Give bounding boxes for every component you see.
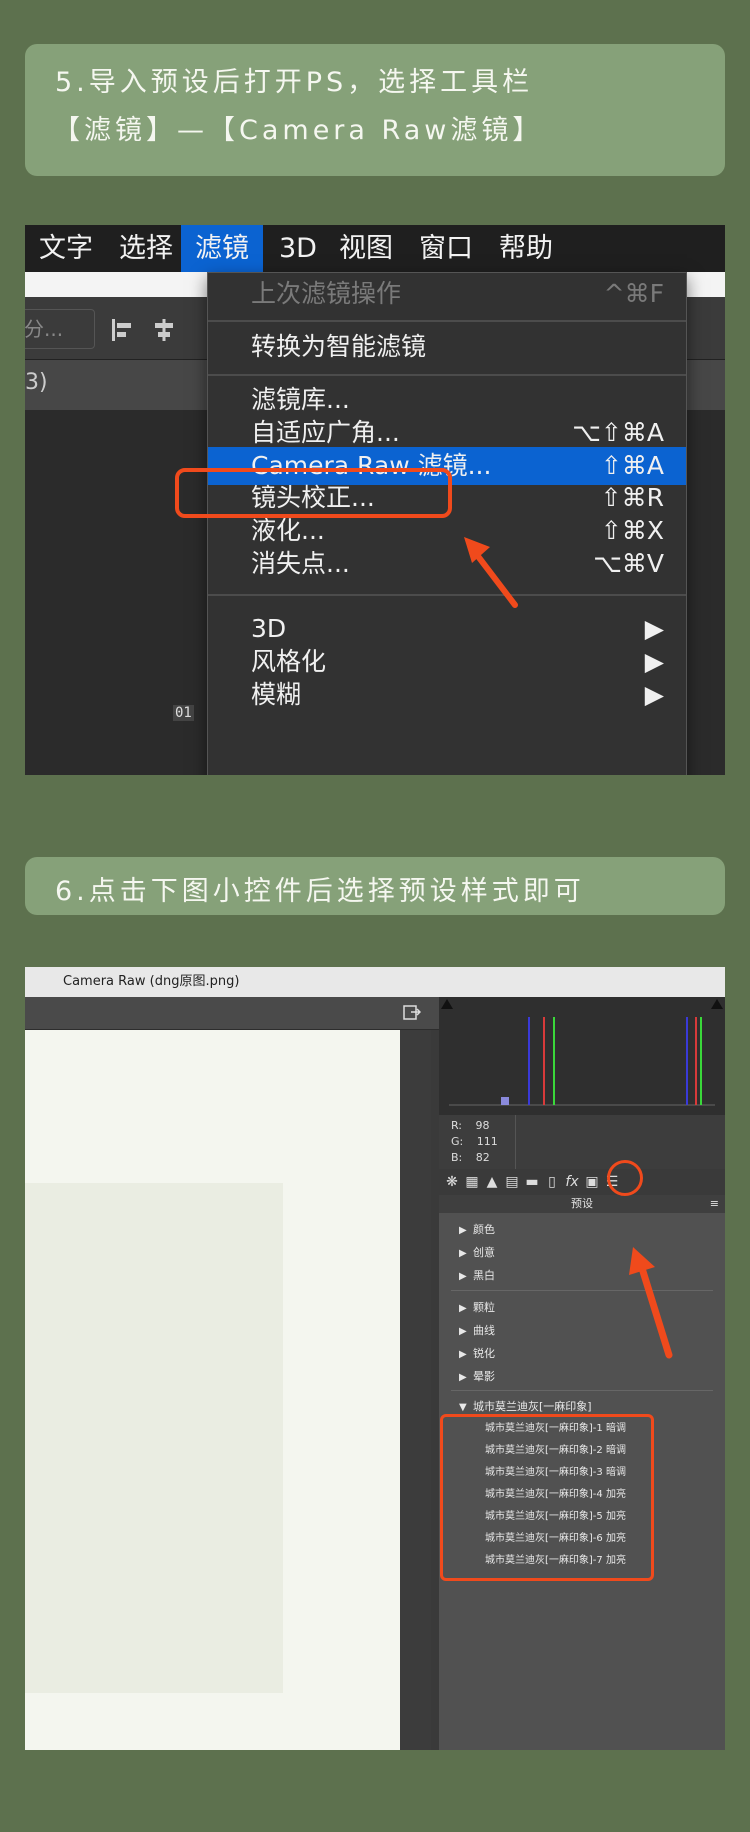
preset-group-open[interactable]: ▼ 城市莫兰迪灰[一麻印象]	[459, 1398, 592, 1414]
expand-arrow-icon: ▶	[459, 1326, 467, 1337]
expand-arrow-icon: ▶	[459, 1248, 467, 1259]
preset-group-label: 曲线	[473, 1324, 495, 1337]
preset-group[interactable]: ▶ 颗粒	[459, 1299, 495, 1315]
menu-bar: 文字 选择 滤镜 3D 视图 窗口 帮助	[25, 225, 725, 272]
submenu-arrow-icon: ▶	[644, 680, 664, 709]
b-label: B:	[451, 1151, 463, 1164]
menu-filter[interactable]: 滤镜	[181, 225, 263, 272]
menu-select[interactable]: 选择	[105, 225, 187, 272]
menu-item-label: 上次滤镜操作	[251, 279, 402, 308]
menu-item-shortcut: ^⌘F	[603, 279, 664, 308]
document-tab[interactable]: 3)	[25, 370, 48, 395]
preset-group-label: 创意	[473, 1246, 495, 1259]
panel-tab-icons: ❋ ▦ ▲ ▤ ▬ ▯ fx ▣ ☰	[439, 1169, 725, 1195]
preset-group-label: 锐化	[473, 1347, 495, 1360]
preset-group[interactable]: ▶ 晕影	[459, 1368, 495, 1384]
pointer-arrow-icon	[464, 537, 518, 608]
step5-instruction-card: 5.导入预设后打开PS，选择工具栏 【滤镜】—【Camera Raw滤镜】	[25, 44, 725, 176]
menu-window[interactable]: 窗口	[405, 225, 487, 272]
detail-icon[interactable]: ▲	[483, 1173, 501, 1191]
menu-help[interactable]: 帮助	[485, 225, 567, 272]
presets-panel-header: 预设 ≡	[439, 1195, 725, 1213]
step5-line2: 【滤镜】—【Camera Raw滤镜】	[53, 115, 544, 146]
hsl-icon[interactable]: ▤	[503, 1173, 521, 1191]
lens-corrections-icon[interactable]: ▯	[543, 1173, 561, 1191]
menu-text[interactable]: 文字	[25, 225, 107, 272]
expand-arrow-icon: ▶	[459, 1372, 467, 1383]
menu-item-vanishing-point[interactable]: 消失点... ⌥⌘V	[208, 545, 686, 583]
preview-toolbar	[25, 997, 441, 1030]
preset-group[interactable]: ▶ 创意	[459, 1244, 495, 1260]
g-value: 111	[476, 1135, 498, 1148]
histogram	[439, 997, 725, 1115]
preset-group[interactable]: ▶ 曲线	[459, 1322, 495, 1338]
preset-group[interactable]: ▶ 颜色	[459, 1221, 495, 1237]
layer-tag: 01	[173, 705, 194, 721]
collapse-arrow-icon: ▼	[459, 1402, 467, 1413]
step6-line1: 6.点击下图小控件后选择预设样式即可	[55, 876, 585, 907]
menu-3d[interactable]: 3D	[265, 225, 331, 272]
menu-item-last-filter: 上次滤镜操作 ^⌘F	[208, 275, 686, 313]
preset-group-label: 颜色	[473, 1223, 495, 1236]
camera-raw-callout-box	[175, 468, 452, 518]
basic-panel-icon[interactable]: ❋	[443, 1173, 461, 1191]
readout-divider	[515, 1115, 516, 1169]
step6-instruction-card: 6.点击下图小控件后选择预设样式即可	[25, 857, 725, 915]
align-center-icon[interactable]	[151, 317, 177, 343]
panel-menu-icon[interactable]: ≡	[710, 1195, 719, 1213]
preset-group[interactable]: ▶ 黑白	[459, 1267, 495, 1283]
preset-group-label: 颗粒	[473, 1301, 495, 1314]
rgb-readout: R: 98 G: 111 B: 82	[439, 1115, 725, 1169]
expand-arrow-icon: ▶	[459, 1225, 467, 1236]
pointer-arrow-icon	[629, 1247, 673, 1359]
histogram-graph	[441, 999, 723, 1106]
menu-item-label: 转换为智能滤镜	[251, 332, 427, 361]
tone-curve-icon[interactable]: ▦	[463, 1173, 481, 1191]
preset-group[interactable]: ▶ 锐化	[459, 1345, 495, 1361]
split-toning-icon[interactable]: ▬	[523, 1173, 541, 1191]
list-divider	[451, 1390, 713, 1391]
presets-list-callout-box	[440, 1414, 654, 1581]
preset-group-label: 城市莫兰迪灰[一麻印象]	[473, 1400, 592, 1413]
preview-image	[25, 1183, 283, 1693]
expand-arrow-icon: ▶	[459, 1303, 467, 1314]
window-titlebar: Camera Raw (dng原图.png)	[25, 967, 725, 997]
menu-item-label: 消失点...	[251, 549, 350, 578]
r-value: 98	[475, 1119, 490, 1132]
menu-divider	[208, 374, 686, 376]
menu-item-label: 模糊	[251, 680, 302, 709]
align-left-icon[interactable]	[109, 317, 135, 343]
g-label: G:	[451, 1135, 464, 1148]
window-title: Camera Raw (dng原图.png)	[63, 974, 240, 989]
calibration-icon[interactable]: ▣	[583, 1173, 601, 1191]
filter-dropdown-menu: 上次滤镜操作 ^⌘F 转换为智能滤镜 滤镜库... 自适应广角... ⌥⇧⌘A …	[207, 272, 687, 775]
menu-divider	[208, 320, 686, 322]
menu-view[interactable]: 视图	[325, 225, 407, 272]
options-input[interactable]: 分...	[25, 309, 95, 349]
b-value: 82	[475, 1151, 490, 1164]
preset-group-label: 黑白	[473, 1269, 495, 1282]
menu-item-blur[interactable]: 模糊 ▶	[208, 676, 686, 714]
r-label: R:	[451, 1119, 463, 1132]
preview-scroll-strip	[400, 1030, 431, 1750]
effects-icon[interactable]: fx	[563, 1173, 581, 1191]
step5-line1: 5.导入预设后打开PS，选择工具栏	[55, 67, 534, 98]
presets-title: 预设	[571, 1197, 593, 1210]
expand-arrow-icon: ▶	[459, 1271, 467, 1282]
expand-arrow-icon: ▶	[459, 1349, 467, 1360]
menu-divider	[208, 594, 686, 596]
fullscreen-toggle-icon[interactable]	[403, 1005, 421, 1021]
menu-item-shortcut: ⌥⌘V	[593, 549, 664, 578]
preset-group-label: 晕影	[473, 1370, 495, 1383]
presets-icon-callout-circle	[607, 1160, 643, 1196]
menu-item-smart-filter[interactable]: 转换为智能滤镜	[208, 328, 686, 366]
